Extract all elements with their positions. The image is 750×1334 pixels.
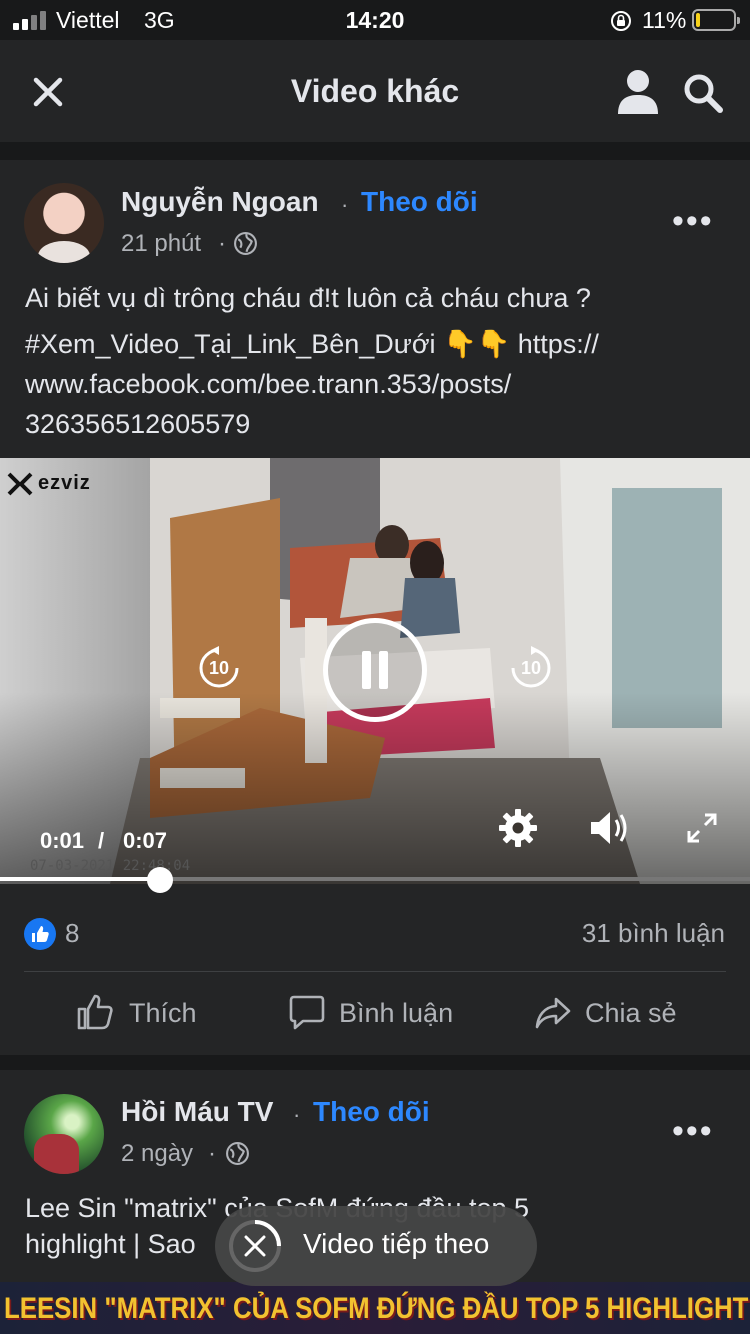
- clock: 14:20: [345, 7, 405, 33]
- like-button[interactable]: Thích: [76, 992, 236, 1038]
- follow-button[interactable]: Theo dõi: [361, 186, 478, 218]
- name-separator: ·: [293, 1102, 301, 1127]
- follow-button[interactable]: Theo dõi: [313, 1096, 430, 1128]
- time-separator: ·: [218, 230, 226, 257]
- author-avatar[interactable]: [24, 1094, 104, 1174]
- share-button[interactable]: Chia sẻ: [534, 992, 694, 1038]
- forward-seconds: 10: [520, 658, 542, 678]
- share-arrow-icon: [535, 997, 571, 1029]
- time-separator: /: [98, 828, 105, 853]
- current-time: 0:01: [40, 828, 85, 853]
- comment-label: Bình luận: [339, 998, 454, 1028]
- fullscreen-icon[interactable]: [686, 812, 718, 844]
- comments-count[interactable]: 31 bình luận: [0, 918, 725, 949]
- post-text-line: Ai biết vụ dì trông cháu đ!t luôn cả chá…: [25, 283, 591, 313]
- status-bar: Viettel 3G 14:20 11%: [0, 0, 750, 40]
- author-avatar[interactable]: [24, 183, 104, 263]
- comment-bubble-icon: [289, 995, 325, 1030]
- rotation-lock-icon: [611, 11, 631, 31]
- cancel-autoplay-icon[interactable]: [228, 1219, 282, 1273]
- name-separator: ·: [341, 192, 349, 217]
- divider: [24, 971, 726, 972]
- person-icon[interactable]: [616, 68, 660, 116]
- post-text-line[interactable]: #Xem_Video_Tại_Link_Bên_Dưới 👇👇 https://: [25, 324, 735, 364]
- next-video-label: Video tiếp theo: [303, 1228, 490, 1259]
- author-name[interactable]: Hồi Máu TV: [121, 1096, 273, 1128]
- pause-icon: [362, 651, 388, 689]
- post-text: Ai biết vụ dì trông cháu đ!t luôn cả chá…: [25, 278, 735, 444]
- search-icon[interactable]: [682, 72, 724, 114]
- time-separator: ·: [208, 1140, 216, 1167]
- duration: 0:07: [123, 828, 168, 853]
- post-time: 2 ngày: [121, 1140, 194, 1167]
- next-video-button[interactable]: Video tiếp theo: [215, 1206, 537, 1286]
- video-player[interactable]: ezviz 10 10 0:01 / 0:07 07-03-2021 22:48…: [0, 458, 750, 884]
- post-text-link[interactable]: www.facebook.com/bee.trann.353/posts/: [25, 364, 735, 404]
- ezviz-logo-icon: [7, 472, 33, 496]
- author-name[interactable]: Nguyễn Ngoan: [121, 186, 319, 218]
- volume-icon[interactable]: [588, 808, 632, 848]
- thumbs-up-icon: [77, 994, 113, 1030]
- more-options-icon[interactable]: •••: [672, 202, 714, 241]
- forward-10-button[interactable]: 10: [509, 646, 553, 690]
- post-time: 21 phút: [121, 230, 202, 257]
- rewind-10-button[interactable]: 10: [197, 646, 241, 690]
- settings-gear-icon[interactable]: [498, 808, 538, 848]
- share-label: Chia sẻ: [585, 998, 677, 1028]
- top-header: Video khác: [0, 40, 750, 142]
- rewind-seconds: 10: [208, 658, 230, 678]
- battery-percent: 11%: [642, 7, 687, 33]
- comment-button[interactable]: Bình luận: [288, 992, 478, 1038]
- more-options-icon[interactable]: •••: [672, 1112, 714, 1151]
- video-thumbnail[interactable]: LEESIN "MATRIX" CỦA SOFM ĐỨNG ĐẦU TOP 5 …: [0, 1282, 750, 1334]
- pause-button[interactable]: [323, 618, 427, 722]
- video-progress-fill: [0, 877, 161, 881]
- battery-icon: [692, 9, 740, 31]
- globe-icon: [234, 232, 257, 255]
- globe-icon: [226, 1142, 249, 1165]
- thumbnail-title: LEESIN "MATRIX" CỦA SOFM ĐỨNG ĐẦU TOP 5 …: [4, 1292, 749, 1325]
- post-text-link[interactable]: 326356512605579: [25, 404, 735, 444]
- camera-watermark: ezviz: [38, 472, 91, 494]
- like-label: Thích: [129, 998, 197, 1028]
